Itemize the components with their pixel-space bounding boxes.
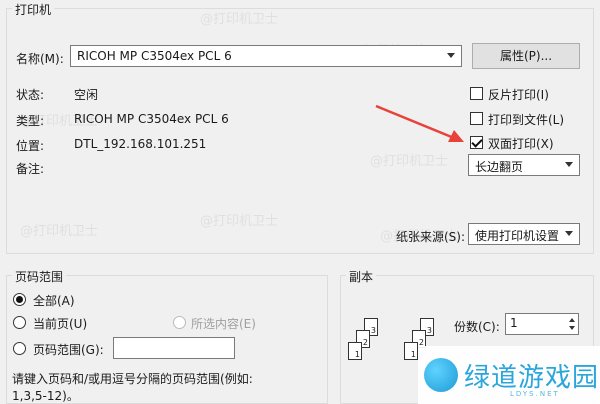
- annotation-arrow-icon: [375, 104, 464, 142]
- printer-name-value: RICOH MP C3504ex PCL 6: [77, 49, 232, 63]
- paper-source-label: 纸张来源(S):: [396, 230, 466, 244]
- copies-label: 份数(C):: [454, 320, 500, 334]
- page-range-group-title: 页码范围: [12, 268, 67, 285]
- print-to-file-checkbox[interactable]: [470, 112, 483, 125]
- collate-pages-icon: 3 2 1: [342, 318, 390, 372]
- range-current-label: 当前页(U): [33, 317, 88, 331]
- duplex-mode-value: 长边翻页: [475, 160, 524, 174]
- paper-source-value: 使用打印机设置: [475, 229, 560, 243]
- brand-logo: 绿道游戏园 LDYS.NET: [418, 346, 600, 404]
- duplex-print-label: 双面打印(X): [488, 137, 554, 151]
- reverse-print-label: 反片打印(I): [488, 88, 549, 102]
- brand-name: 绿道游戏园: [464, 362, 600, 393]
- spin-up-icon[interactable]: [569, 318, 575, 322]
- range-pages-radio[interactable]: [13, 342, 26, 355]
- type-value: RICOH MP C3504ex PCL 6: [74, 112, 229, 126]
- printer-name-label: 名称(M):: [16, 52, 64, 66]
- comment-label: 备注:: [16, 162, 45, 176]
- range-selection-label: 所选内容(E): [191, 317, 256, 331]
- chevron-down-icon: [565, 162, 573, 167]
- reverse-print-checkbox[interactable]: [470, 87, 483, 100]
- type-label: 类型:: [16, 114, 45, 128]
- page-range-hint-line2: 1,3,5-12)。: [12, 389, 79, 403]
- range-all-label: 全部(A): [33, 294, 75, 308]
- page-range-input[interactable]: [113, 337, 235, 359]
- range-pages-label: 页码范围(G):: [33, 343, 104, 357]
- brand-sub: LDYS.NET: [510, 390, 560, 398]
- properties-button[interactable]: 属性(P)...: [472, 43, 580, 69]
- duplex-mode-select[interactable]: 长边翻页: [468, 154, 580, 176]
- range-all-radio[interactable]: [13, 293, 26, 306]
- range-selection-radio[interactable]: [173, 316, 186, 329]
- location-value: DTL_192.168.101.251: [74, 137, 207, 151]
- printer-group-title: 打印机: [12, 1, 55, 18]
- printer-name-select[interactable]: RICOH MP C3504ex PCL 6: [70, 45, 462, 67]
- status-label: 状态:: [16, 88, 45, 102]
- logo-mark-icon: [424, 358, 458, 392]
- duplex-print-checkbox[interactable]: [470, 136, 483, 149]
- page-range-hint-line1: 请键入页码和/或用逗号分隔的页码范围(例如:: [12, 372, 253, 386]
- copies-value: 1: [510, 316, 518, 330]
- chevron-down-icon: [565, 231, 573, 236]
- print-to-file-label: 打印到文件(L): [488, 113, 565, 127]
- spin-down-icon[interactable]: [569, 326, 575, 330]
- status-value: 空闲: [74, 88, 99, 102]
- range-current-radio[interactable]: [13, 316, 26, 329]
- copies-group-title: 副本: [346, 268, 377, 285]
- paper-source-select[interactable]: 使用打印机设置: [468, 223, 580, 245]
- location-label: 位置:: [16, 139, 45, 153]
- copies-stepper[interactable]: 1: [505, 313, 579, 335]
- chevron-down-icon: [447, 53, 455, 58]
